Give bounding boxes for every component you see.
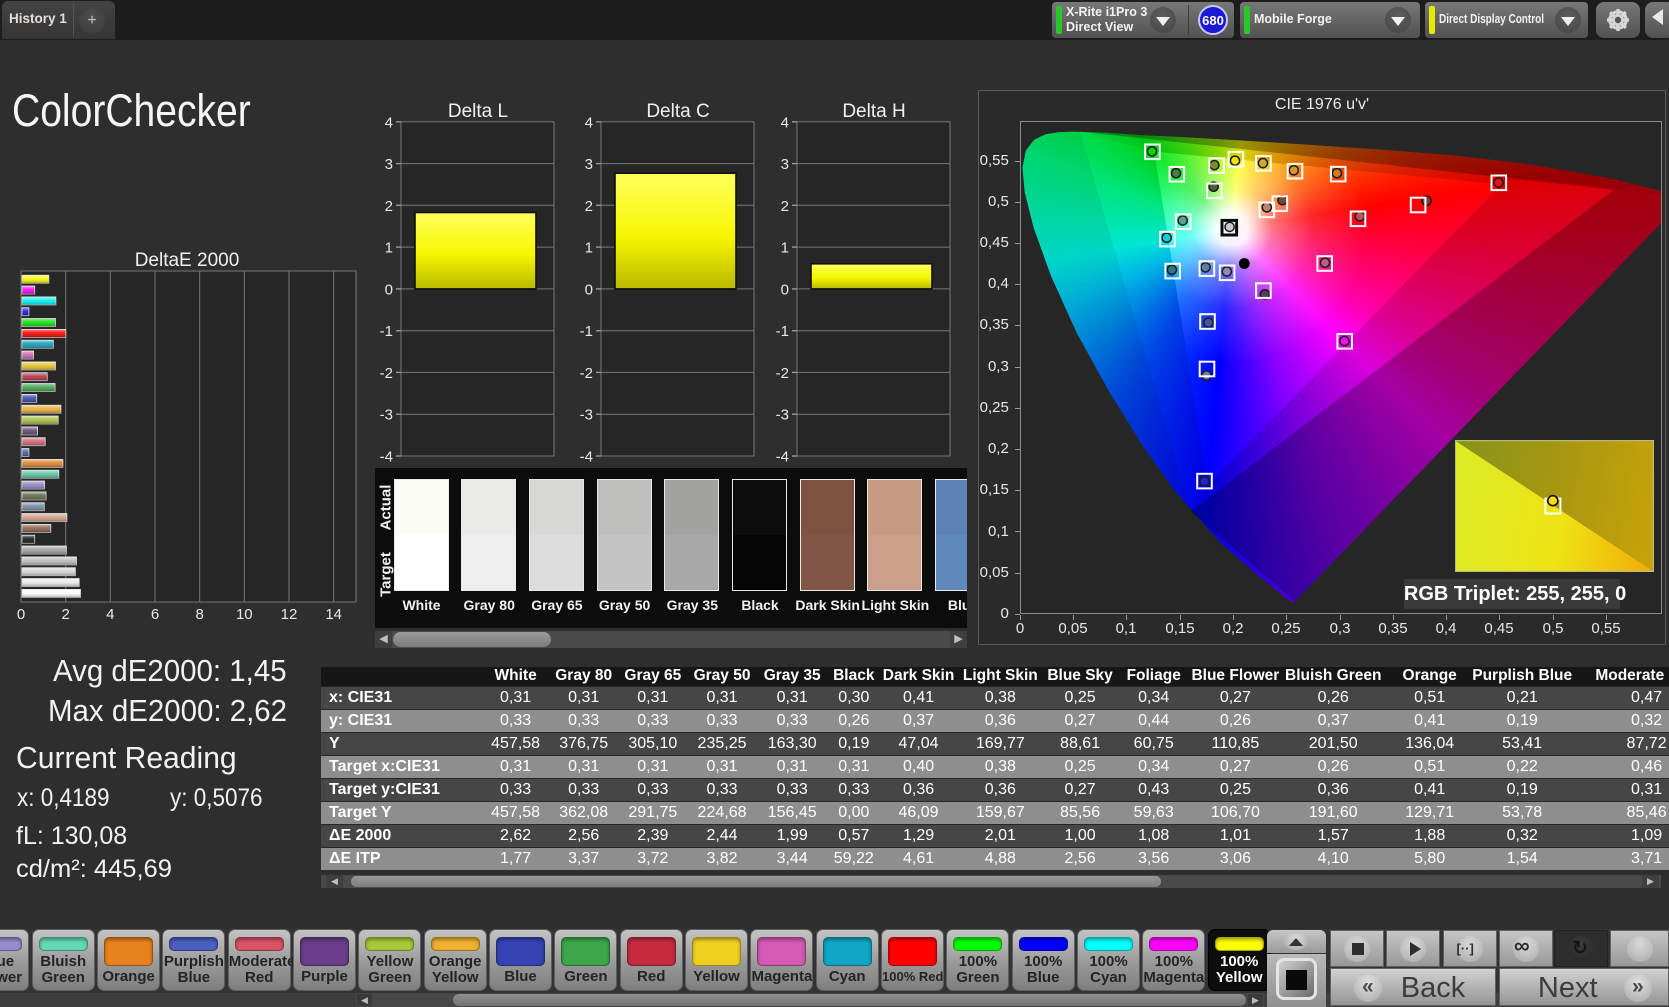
svg-text:-3: -3 <box>380 407 393 424</box>
svg-text:3: 3 <box>385 156 393 173</box>
svg-text:0: 0 <box>385 281 393 298</box>
svg-text:Delta H: Delta H <box>842 101 905 122</box>
svg-text:1: 1 <box>781 240 789 257</box>
svg-text:2: 2 <box>62 606 70 623</box>
svg-text:3: 3 <box>781 156 789 173</box>
svg-text:4: 4 <box>781 114 789 131</box>
svg-text:-1: -1 <box>776 323 789 340</box>
svg-text:Delta L: Delta L <box>448 101 508 122</box>
svg-text:6: 6 <box>151 606 159 623</box>
svg-text:12: 12 <box>281 606 298 623</box>
svg-text:4: 4 <box>106 606 114 623</box>
svg-text:1: 1 <box>385 240 393 257</box>
svg-text:-1: -1 <box>380 323 393 340</box>
svg-text:Delta C: Delta C <box>646 101 709 122</box>
svg-text:3: 3 <box>585 156 593 173</box>
svg-text:-4: -4 <box>580 449 593 466</box>
svg-text:8: 8 <box>196 606 204 623</box>
svg-text:-2: -2 <box>580 365 593 382</box>
svg-text:-3: -3 <box>580 407 593 424</box>
svg-text:2: 2 <box>781 198 789 215</box>
svg-text:-4: -4 <box>380 449 393 466</box>
svg-text:4: 4 <box>585 114 593 131</box>
svg-text:-2: -2 <box>380 365 393 382</box>
svg-text:10: 10 <box>236 606 253 623</box>
svg-text:1: 1 <box>585 240 593 257</box>
svg-text:2: 2 <box>385 198 393 215</box>
svg-text:4: 4 <box>385 114 393 131</box>
svg-text:-4: -4 <box>776 449 789 466</box>
svg-text:-3: -3 <box>776 407 789 424</box>
svg-text:14: 14 <box>325 606 342 623</box>
svg-text:-2: -2 <box>776 365 789 382</box>
svg-text:2: 2 <box>585 198 593 215</box>
svg-text:0: 0 <box>17 606 25 623</box>
svg-text:-1: -1 <box>580 323 593 340</box>
svg-text:0: 0 <box>781 281 789 298</box>
svg-text:0: 0 <box>585 281 593 298</box>
